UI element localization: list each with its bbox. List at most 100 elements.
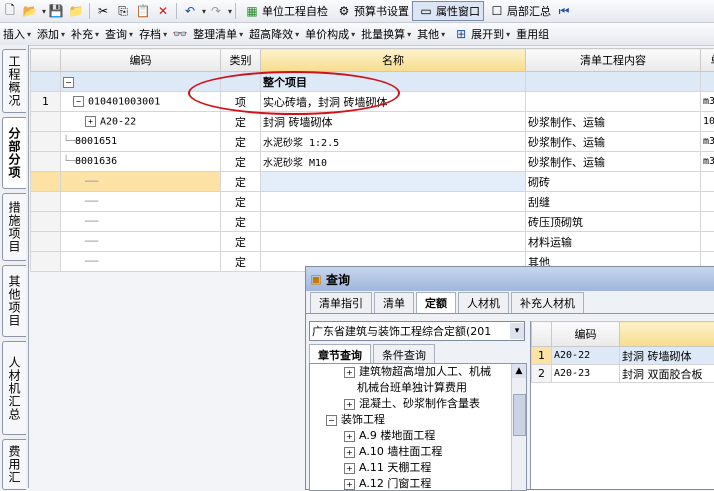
content-cell[interactable]: 砂浆制作、运输 bbox=[526, 112, 701, 132]
copy-icon[interactable]: ⎘ bbox=[115, 3, 131, 19]
reuse-button[interactable]: 重用组 bbox=[513, 25, 552, 43]
code-cell[interactable]: └──8001636 bbox=[61, 152, 221, 172]
column-header[interactable]: 类别 bbox=[221, 49, 261, 72]
expand-icon[interactable]: + bbox=[344, 399, 355, 410]
code-cell[interactable]: ── bbox=[61, 252, 221, 272]
batch-convert-button[interactable]: 批量换算▾ bbox=[358, 25, 414, 43]
tab-supplement-labor-material[interactable]: 补充人材机 bbox=[511, 292, 584, 313]
undo-dropdown-icon[interactable]: ▾ bbox=[202, 7, 206, 16]
unit-cell[interactable] bbox=[701, 212, 714, 232]
tab-project-overview[interactable]: 工程概况 bbox=[2, 49, 26, 113]
tab-chapter-query[interactable]: 章节查询 bbox=[309, 344, 371, 365]
budget-settings-button[interactable]: ⚙预算书设置 bbox=[331, 2, 412, 20]
content-cell[interactable]: 砂浆制作、运输 bbox=[526, 152, 701, 172]
tab-sub-items[interactable]: 分部分项 bbox=[2, 117, 26, 189]
type-cell[interactable]: 定 bbox=[221, 192, 261, 212]
table-row[interactable]: ── 定 砖压顶砌筑 bbox=[31, 212, 714, 232]
code-cell[interactable]: ── bbox=[61, 232, 221, 252]
quota-library-select[interactable]: 广东省建筑与装饰工程综合定额(201 ▾ bbox=[309, 321, 525, 341]
tree-item[interactable]: +A.12 门窗工程 bbox=[310, 476, 526, 491]
code-cell[interactable]: ── bbox=[61, 172, 221, 192]
expand-icon[interactable]: + bbox=[344, 367, 355, 378]
result-row[interactable]: 1 A20-22 封洞 砖墙砌体 bbox=[532, 347, 714, 365]
expand-icon[interactable]: + bbox=[344, 463, 355, 474]
type-cell[interactable]: 定 bbox=[221, 132, 261, 152]
column-header[interactable]: 编码 bbox=[552, 322, 620, 347]
redo-icon[interactable]: ↷ bbox=[208, 3, 224, 19]
tab-other-items[interactable]: 其他项目 bbox=[2, 265, 26, 337]
type-cell[interactable]: 定 bbox=[221, 152, 261, 172]
type-cell[interactable]: 定 bbox=[221, 212, 261, 232]
type-cell[interactable]: 定 bbox=[221, 252, 261, 272]
table-row[interactable]: └──8001636 定 水泥砂浆 M10 砂浆制作、运输 m3 bbox=[31, 152, 714, 172]
name-cell[interactable]: 封洞 砖墙砌体 bbox=[261, 112, 526, 132]
table-row[interactable]: ── 定 砌砖 bbox=[31, 172, 714, 192]
first-record-icon[interactable]: ⏮ bbox=[556, 3, 572, 19]
tree-scrollbar[interactable]: ▲ bbox=[511, 364, 526, 490]
super-reduce-button[interactable]: 超高降效▾ bbox=[246, 25, 302, 43]
table-row[interactable]: ── 定 材料运输 bbox=[31, 232, 714, 252]
result-name[interactable]: 封洞 砖墙砌体 bbox=[620, 347, 714, 365]
tab-quota[interactable]: 定额 bbox=[416, 292, 456, 313]
summary-row[interactable]: − 整个项目 bbox=[31, 72, 714, 92]
new-file-icon[interactable]: 🗋 bbox=[2, 3, 18, 19]
type-cell[interactable]: 定 bbox=[221, 232, 261, 252]
partial-summary-button[interactable]: ☐局部汇总 bbox=[484, 2, 554, 20]
organize-list-button[interactable]: 整理清单▾ bbox=[190, 25, 246, 43]
undo-icon[interactable]: ↶ bbox=[182, 3, 198, 19]
paste-icon[interactable]: 📋 bbox=[135, 3, 151, 19]
content-cell[interactable] bbox=[526, 92, 701, 112]
name-cell[interactable] bbox=[261, 232, 526, 252]
name-cell[interactable] bbox=[261, 192, 526, 212]
result-code[interactable]: A20-23 bbox=[552, 365, 620, 383]
scroll-up-icon[interactable]: ▲ bbox=[512, 364, 526, 378]
table-row[interactable]: 1 −010401003001 项 实心砖墙，封洞 砖墙砌体 m3 bbox=[31, 92, 714, 112]
tree-item[interactable]: +混凝土、砂浆制作含量表 bbox=[310, 396, 526, 412]
query-title-bar[interactable]: ▣ 查询 bbox=[306, 267, 714, 291]
table-row[interactable]: +A20-22 定 封洞 砖墙砌体 砂浆制作、运输 10m3 bbox=[31, 112, 714, 132]
column-header[interactable]: 清单工程内容 bbox=[526, 49, 701, 72]
unit-price-button[interactable]: 单价构成▾ bbox=[302, 25, 358, 43]
table-row[interactable]: ── 定 刮缝 bbox=[31, 192, 714, 212]
code-cell[interactable]: −010401003001 bbox=[61, 92, 221, 112]
add-button[interactable]: 添加▾ bbox=[34, 25, 68, 43]
folder-icon[interactable]: 📁 bbox=[68, 3, 84, 19]
tree-item[interactable]: +A.10 墙柱面工程 bbox=[310, 444, 526, 460]
collapse-icon[interactable]: − bbox=[73, 96, 84, 107]
tab-measures[interactable]: 措施项目 bbox=[2, 193, 26, 261]
expand-to-button[interactable]: ⊞展开到▾ bbox=[448, 25, 513, 43]
expand-icon[interactable]: + bbox=[85, 116, 96, 127]
open-dropdown-icon[interactable]: ▾ bbox=[42, 7, 46, 16]
property-window-button[interactable]: ▭属性窗口 bbox=[412, 1, 484, 21]
result-name[interactable]: 封洞 双面胶合板 bbox=[620, 365, 714, 383]
tab-labor-material-summary[interactable]: 人材机汇总 bbox=[2, 341, 26, 435]
unit-check-button[interactable]: ▦单位工程自检 bbox=[239, 2, 331, 20]
binoculars-icon[interactable]: 👓 bbox=[172, 26, 188, 42]
collapse-icon[interactable]: − bbox=[326, 415, 337, 426]
tree-item[interactable]: −装饰工程 bbox=[310, 412, 526, 428]
column-header[interactable]: 编码 bbox=[61, 49, 221, 72]
name-cell[interactable] bbox=[261, 212, 526, 232]
type-cell[interactable]: 定 bbox=[221, 112, 261, 132]
column-header[interactable] bbox=[620, 322, 714, 347]
type-cell[interactable]: 定 bbox=[221, 172, 261, 192]
unit-cell[interactable]: 10m3 bbox=[701, 112, 714, 132]
content-cell[interactable]: 材料运输 bbox=[526, 232, 701, 252]
column-header[interactable]: 单位 bbox=[701, 49, 714, 72]
tab-labor-material[interactable]: 人材机 bbox=[458, 292, 509, 313]
expand-icon[interactable]: + bbox=[344, 431, 355, 442]
unit-cell[interactable] bbox=[701, 172, 714, 192]
query-button[interactable]: 查询▾ bbox=[102, 25, 136, 43]
name-cell[interactable]: 水泥砂浆 M10 bbox=[261, 152, 526, 172]
tab-list-guide[interactable]: 清单指引 bbox=[310, 292, 372, 313]
open-folder-icon[interactable]: 📂 bbox=[22, 3, 38, 19]
store-button[interactable]: 存档▾ bbox=[136, 25, 170, 43]
code-cell[interactable]: ── bbox=[61, 212, 221, 232]
name-cell[interactable]: 实心砖墙，封洞 砖墙砌体 bbox=[261, 92, 526, 112]
save-icon[interactable]: 💾 bbox=[48, 3, 64, 19]
unit-cell[interactable]: m3 bbox=[701, 132, 714, 152]
tab-cost-summary[interactable]: 费用汇 bbox=[2, 439, 26, 490]
column-header[interactable]: 名称 bbox=[261, 49, 526, 72]
unit-cell[interactable]: m3 bbox=[701, 92, 714, 112]
other-button[interactable]: 其他▾ bbox=[414, 25, 448, 43]
